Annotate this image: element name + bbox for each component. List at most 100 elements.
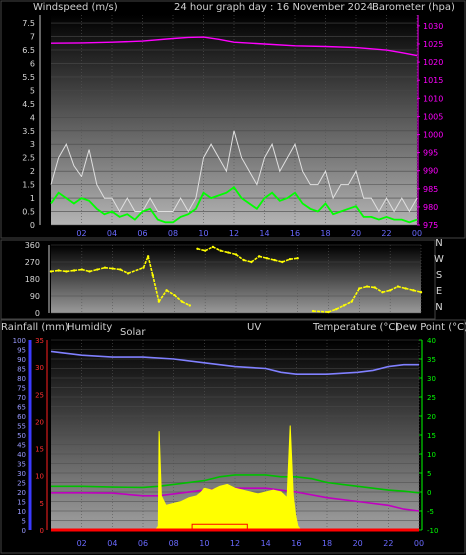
x-tick-label: 00 <box>414 539 424 548</box>
direction-point <box>388 289 392 292</box>
dewpoint-label: Dew Point (°C) <box>395 322 466 333</box>
y-humidity-tick-label: 55 <box>17 423 26 431</box>
y-right-tick-label: 1015 <box>423 76 443 85</box>
x-tick-label: 02 <box>77 539 87 548</box>
y-humidity-tick-label: 75 <box>17 385 26 393</box>
direction-point <box>188 304 191 307</box>
y-tick-label: 270 <box>25 258 40 267</box>
x-tick-label: 12 <box>229 229 239 238</box>
direction-point <box>373 286 376 289</box>
y-left-tick-label: 0.5 <box>22 208 35 217</box>
temperature-label: Temperature (°C) <box>312 322 399 333</box>
x-tick-label: 06 <box>137 229 147 238</box>
y-humidity-tick-label: 80 <box>17 375 26 383</box>
x-tick-label: 16 <box>291 539 301 548</box>
y-rain-tick-label: 15 <box>35 446 44 454</box>
y-humidity-tick-label: 90 <box>17 356 26 364</box>
y-humidity-tick-label: 10 <box>17 508 26 516</box>
y-humidity-tick-label: 85 <box>17 366 26 374</box>
y-tick-label: 180 <box>25 275 40 284</box>
y-humidity-tick-label: 25 <box>17 480 26 488</box>
x-tick-label: 14 <box>259 229 269 238</box>
direction-point <box>257 255 261 258</box>
x-tick-label: 10 <box>198 229 208 238</box>
direction-point <box>88 270 91 273</box>
y-rain-tick-label: 20 <box>35 418 44 426</box>
x-tick-label: 22 <box>381 229 391 238</box>
y-tick-label: 360 <box>25 241 40 250</box>
y-humidity-tick-label: 30 <box>17 470 26 478</box>
direction-point <box>80 268 84 271</box>
y-right-tick-label: 975 <box>423 221 438 230</box>
y-left-tick-label: 6 <box>30 59 35 68</box>
direction-point <box>327 310 330 314</box>
compass-labels: NWSEN <box>434 238 444 313</box>
x-tick-label: 06 <box>138 539 148 548</box>
y-humidity-tick-label: 0 <box>22 527 26 535</box>
direction-point <box>72 269 76 272</box>
y-temp-tick-label: 40 <box>427 337 436 345</box>
y-right-tick-label: 1020 <box>423 58 443 67</box>
y-right-tick-label: 985 <box>423 185 438 194</box>
x-tick-label: 14 <box>261 539 271 548</box>
direction-point <box>180 300 184 303</box>
y-humidity-tick-label: 50 <box>17 432 26 440</box>
direction-point <box>111 267 114 270</box>
x-tick-label: 08 <box>168 229 178 238</box>
y-temp-tick-label: -5 <box>427 508 434 516</box>
direction-point <box>211 245 215 249</box>
y-rain-tick-label: 0 <box>40 527 44 535</box>
y-temp-tick-label: 25 <box>427 394 436 402</box>
direction-point <box>49 270 53 273</box>
rainfall-label: Rainfall (mm) <box>1 322 69 333</box>
direction-point <box>57 269 60 272</box>
graph-title: 24 hour graph day : 16 November 2024 <box>174 2 373 13</box>
y-temp-tick-label: -10 <box>427 527 438 535</box>
y-left-tick-label: 4.5 <box>22 100 35 109</box>
y-humidity-tick-label: 45 <box>17 442 26 450</box>
compass-label-N: N <box>435 302 442 313</box>
humidity-label: Humidity <box>67 322 112 333</box>
x-tick-label: 04 <box>107 229 117 238</box>
y-left-tick-label: 5 <box>30 86 35 95</box>
weather-graph: Windspeed (m/s) 24 hour graph day : 16 N… <box>0 0 466 554</box>
x-tick-label: 18 <box>322 539 332 548</box>
direction-point <box>350 300 353 303</box>
y-left-tick-label: 1.5 <box>22 181 35 190</box>
y-right-tick-label: 1000 <box>423 130 443 139</box>
y-right-tick-label: 1030 <box>423 22 443 31</box>
direction-point <box>65 270 68 273</box>
y-humidity-tick-label: 60 <box>17 413 26 421</box>
direction-axes: 0 90 180 270 360 <box>25 241 50 318</box>
x-tick-label: 16 <box>290 229 300 238</box>
y-rain-tick-label: 35 <box>35 337 44 345</box>
y-tick-label: 0 <box>35 309 40 318</box>
direction-point <box>165 289 168 292</box>
y-left-tick-label: 2 <box>30 167 35 176</box>
y-left-tick-label: 7 <box>30 33 35 42</box>
x-tick-label: 00 <box>412 229 422 238</box>
y-right-tick-label: 1005 <box>423 112 443 121</box>
direction-point <box>311 309 315 313</box>
direction-point <box>288 257 292 261</box>
x-tick-label: 20 <box>353 539 363 548</box>
direction-point <box>146 255 150 258</box>
compass-label-S: S <box>436 270 442 281</box>
direction-point <box>126 272 130 275</box>
y-temp-tick-label: 35 <box>427 356 436 364</box>
y-right-tick-label: 1010 <box>423 94 443 103</box>
y-left-tick-label: 0 <box>30 221 35 230</box>
y-left-tick-label: 1 <box>30 194 35 203</box>
y-left-tick-label: 4 <box>30 113 35 122</box>
x-tick-label: 20 <box>351 229 361 238</box>
x-tick-label: 08 <box>169 539 179 548</box>
direction-point <box>96 268 99 271</box>
y-rain-tick-label: 5 <box>40 500 44 508</box>
compass-label-N: N <box>435 238 442 249</box>
direction-point <box>404 287 407 290</box>
windspeed-label: Windspeed (m/s) <box>33 2 118 13</box>
direction-point <box>142 266 145 269</box>
uv-label: UV <box>247 322 261 333</box>
y-right-tick-label: 995 <box>423 149 438 158</box>
y-rain-tick-label: 30 <box>35 364 44 372</box>
